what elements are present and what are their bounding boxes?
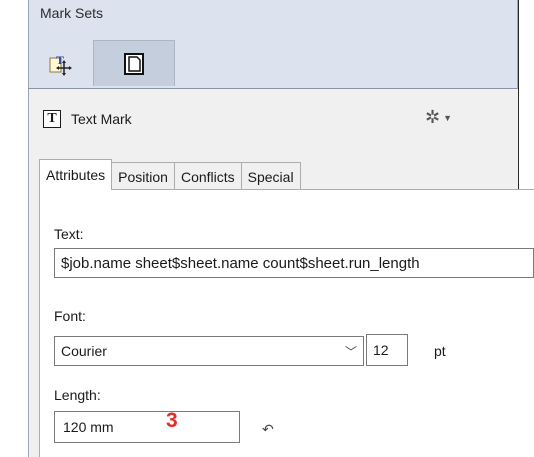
text-input[interactable]: $job.name sheet$sheet.name count$sheet.r…	[54, 248, 534, 278]
reset-length-button[interactable]: ↶	[262, 421, 274, 438]
page-icon	[124, 52, 144, 75]
tab-position[interactable]: Position	[111, 162, 175, 190]
chevron-down-icon: ▼	[443, 112, 453, 123]
svg-text:T: T	[56, 53, 64, 67]
text-mark-header: T Text Mark	[29, 107, 132, 131]
chevron-down-icon: ﹀	[344, 345, 357, 359]
length-field-label: Length:	[54, 387, 101, 403]
text-mark-icon: T	[43, 110, 61, 128]
page-mark-button[interactable]	[93, 40, 175, 86]
font-size-input[interactable]: 12	[366, 334, 408, 366]
tab-special[interactable]: Special	[240, 162, 301, 190]
tab-bar: Attributes Position Conflicts Special	[39, 159, 301, 190]
mark-sets-panel: Mark Sets T	[28, 0, 518, 88]
annotation-number: 3	[166, 409, 178, 432]
text-field-label: Text:	[54, 226, 84, 242]
mark-sets-title: Mark Sets	[40, 5, 104, 21]
text-mark-tool-icon: T	[49, 53, 72, 76]
font-select-value: Courier	[61, 343, 107, 359]
text-mark-title: Text Mark	[71, 111, 132, 127]
undo-arrow-icon: ↶	[262, 421, 274, 437]
font-select[interactable]: Courier ﹀	[54, 336, 364, 366]
tab-attributes[interactable]: Attributes	[39, 159, 113, 190]
settings-menu-button[interactable]: ✲ ▼	[425, 107, 452, 128]
length-value: 120 mm	[63, 419, 114, 435]
gear-icon: ✲	[425, 107, 441, 127]
font-field-label: Font:	[54, 308, 86, 324]
length-input[interactable]: 120 mm	[54, 411, 240, 443]
font-size-unit: pt	[434, 343, 446, 359]
text-mark-tool-button[interactable]: T	[31, 40, 91, 86]
tab-conflicts[interactable]: Conflicts	[173, 162, 242, 190]
